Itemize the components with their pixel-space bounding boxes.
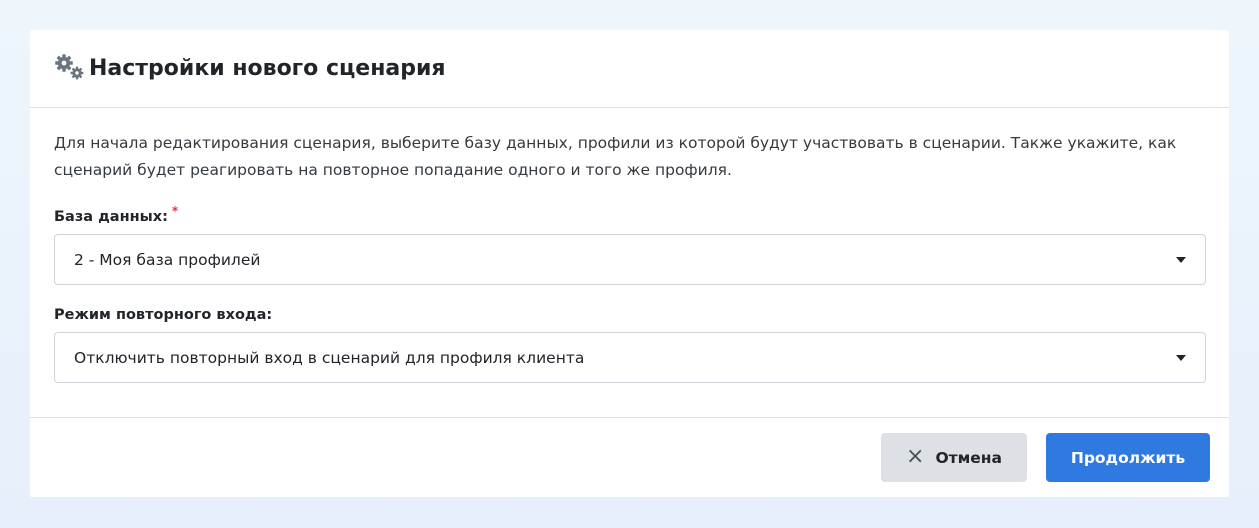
dialog-description: Для начала редактирования сценария, выбе…: [54, 134, 1177, 179]
required-mark: *: [171, 204, 179, 218]
scenario-settings-dialog: Настройки нового сценария Для начала ред…: [30, 30, 1229, 497]
cancel-button[interactable]: × Отмена: [881, 433, 1027, 482]
gears-icon: [52, 52, 88, 82]
reentry-label-text: Режим повторного входа:: [54, 307, 273, 323]
continue-button-label: Продолжить: [1070, 448, 1186, 467]
database-label: База данных: *: [54, 204, 1206, 225]
database-select-value: 2 - Моя база профилей: [74, 250, 261, 269]
continue-button[interactable]: Продолжить: [1046, 433, 1210, 482]
database-label-text: База данных:: [54, 209, 168, 225]
caret-down-icon: [1176, 256, 1186, 263]
close-icon: ×: [906, 443, 925, 469]
reentry-label: Режим повторного входа:: [54, 307, 1206, 323]
reentry-select-value: Отключить повторный вход в сценарий для …: [74, 348, 585, 367]
reentry-mode-select[interactable]: Отключить повторный вход в сценарий для …: [54, 332, 1206, 383]
cancel-button-label: Отмена: [935, 448, 1002, 467]
dialog-header: Настройки нового сценария: [30, 30, 1229, 108]
caret-down-icon: [1176, 354, 1186, 361]
database-select[interactable]: 2 - Моя база профилей: [54, 234, 1206, 285]
dialog-footer: × Отмена Продолжить: [30, 418, 1229, 497]
dialog-body: Для начала редактирования сценария, выбе…: [30, 108, 1229, 418]
dialog-title: Настройки нового сценария: [89, 56, 446, 81]
